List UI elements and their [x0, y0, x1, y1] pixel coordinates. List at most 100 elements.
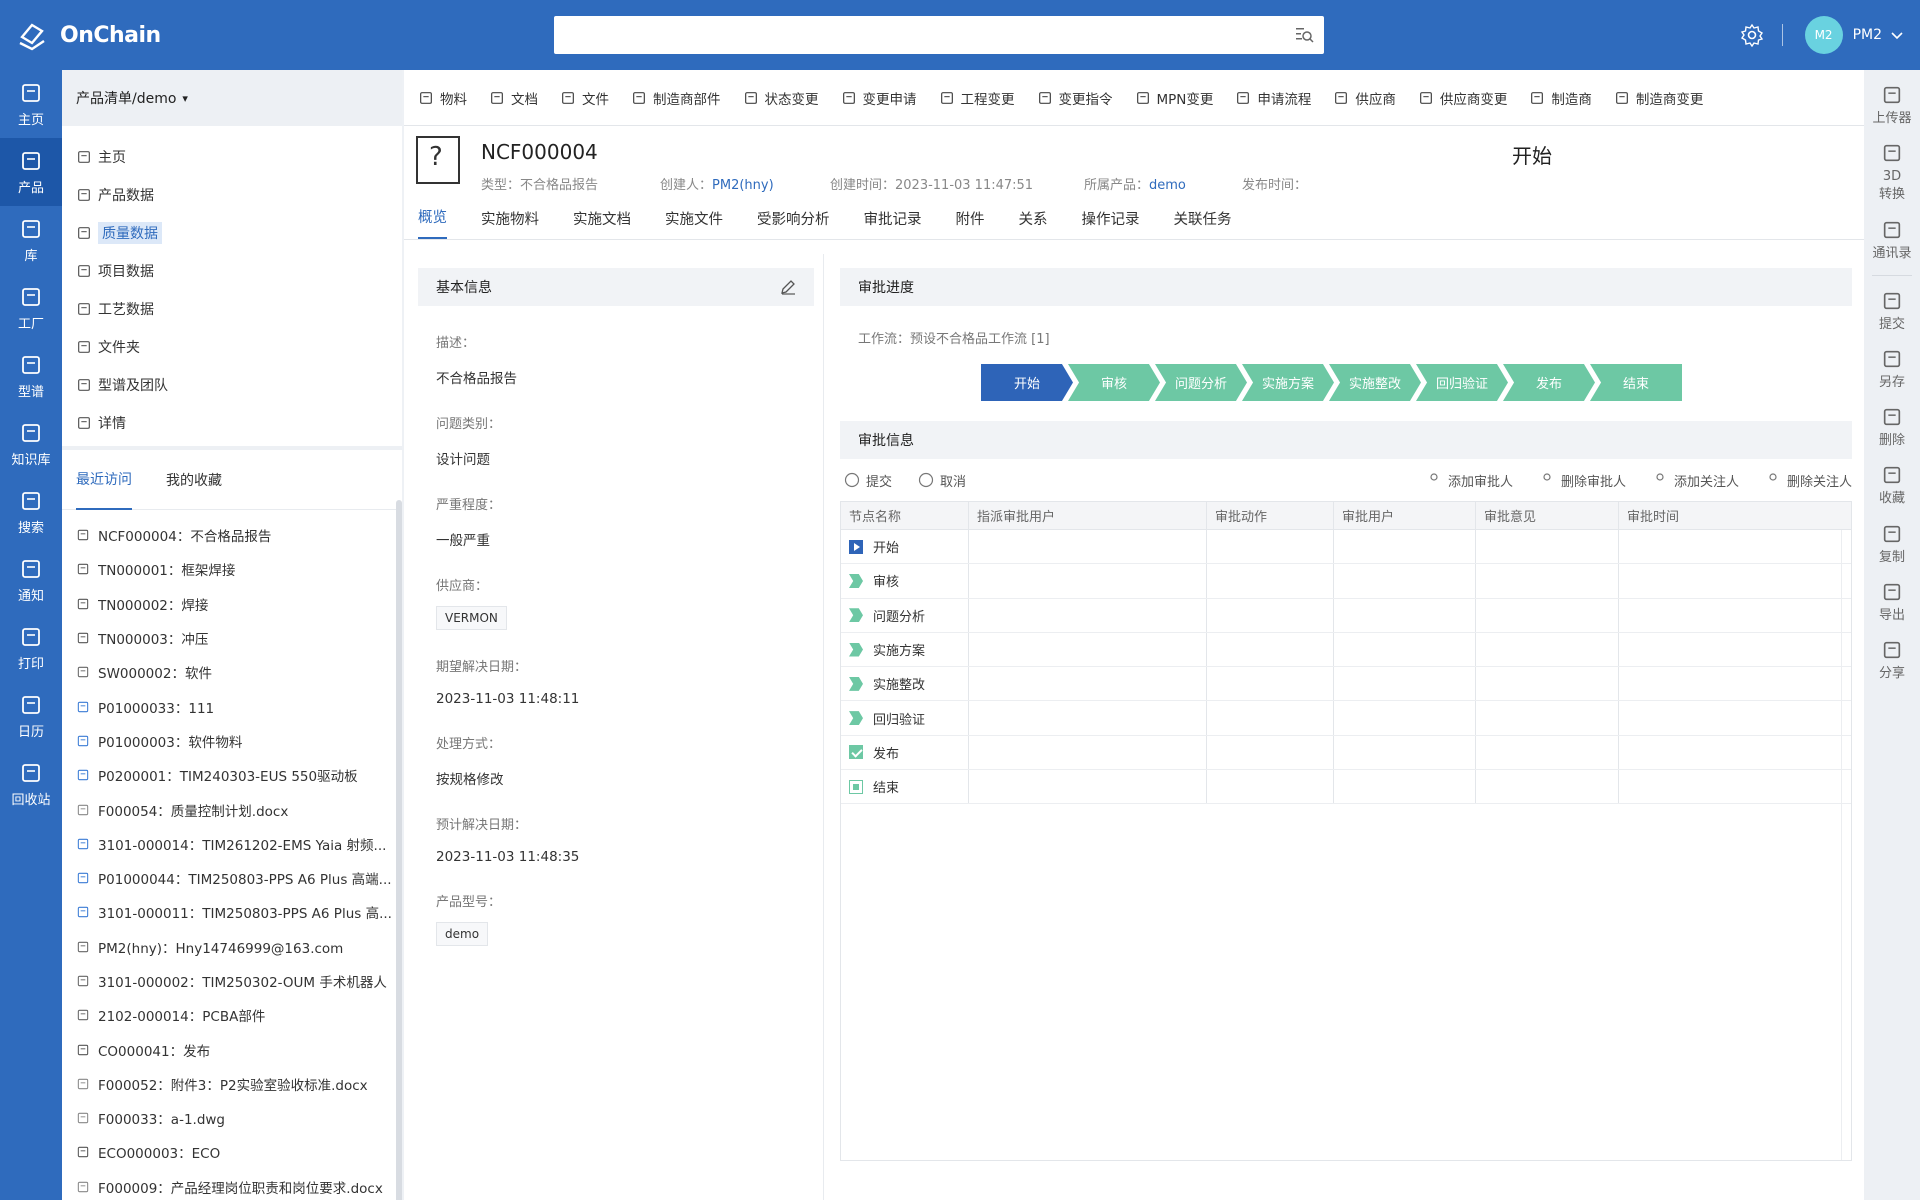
list-item[interactable]: F000054：质量控制计划.docx — [62, 792, 392, 826]
scrollbar[interactable] — [1841, 530, 1851, 1160]
action-button[interactable]: 删除关注人 — [1765, 471, 1852, 490]
list-item[interactable]: PM2(hny)：Hny14746999@163.com — [62, 930, 392, 964]
rail-chat-button[interactable]: 通讯录 — [1864, 219, 1920, 263]
list-item[interactable]: TN000001：框架焊接 — [62, 552, 392, 586]
nav-item-8[interactable]: 通知 — [0, 546, 62, 614]
workflow-step[interactable]: 发布 — [1503, 364, 1595, 401]
toolbar-button[interactable]: 制造商 — [1529, 88, 1592, 108]
tab-3[interactable]: 实施文档 — [573, 208, 631, 239]
toolbar-button[interactable]: 制造商变更 — [1614, 88, 1703, 108]
nav-item-10[interactable]: 日历 — [0, 682, 62, 750]
nav-item-4[interactable]: 工厂 — [0, 274, 62, 342]
toolbar-button[interactable]: 供应商变更 — [1418, 88, 1507, 108]
gear-icon[interactable] — [1740, 23, 1764, 47]
nav-item-3[interactable]: 库 — [0, 206, 62, 274]
tree-item[interactable]: 质量数据 — [62, 214, 402, 252]
avatar[interactable]: M2 — [1804, 16, 1843, 54]
table-row[interactable]: 实施方案 — [841, 632, 1851, 668]
list-item[interactable]: 2102-000014：PCBA部件 — [62, 998, 392, 1032]
chevron-down-icon[interactable] — [1890, 28, 1904, 42]
tab-6[interactable]: 审批记录 — [864, 208, 922, 239]
list-item[interactable]: P01000033：111 — [62, 689, 392, 723]
table-row[interactable]: 结束 — [841, 770, 1851, 805]
list-item[interactable]: F000033：a-1.dwg — [62, 1101, 392, 1135]
nav-item-5[interactable]: 型谱 — [0, 342, 62, 410]
rail-bookmark-button[interactable]: 收藏 — [1864, 464, 1920, 508]
table-row[interactable]: 发布 — [841, 735, 1851, 771]
toolbar-button[interactable]: 物料 — [418, 88, 467, 108]
table-row[interactable]: 实施整改 — [841, 667, 1851, 702]
tree-item[interactable]: 工艺数据 — [62, 290, 402, 328]
list-item[interactable]: P01000044：TIM250803-PPS A6 Plus 高端... — [62, 861, 392, 895]
list-item[interactable]: TN000003：冲压 — [62, 621, 392, 655]
record-product-link[interactable]: demo — [1149, 178, 1186, 193]
tree-item[interactable]: 项目数据 — [62, 252, 402, 290]
table-row[interactable]: 开始 — [841, 530, 1851, 565]
list-item[interactable]: 3101-000002：TIM250302-OUM 手术机器人 — [62, 964, 392, 998]
rail-trash-button[interactable]: 删除 — [1864, 406, 1920, 450]
tree-item[interactable]: 主页 — [62, 138, 402, 176]
rail-export-button[interactable]: 导出 — [1864, 581, 1920, 625]
workflow-step[interactable]: 开始 — [981, 364, 1073, 401]
toolbar-button[interactable]: 文档 — [489, 88, 538, 108]
toolbar-button[interactable]: 申请流程 — [1235, 88, 1311, 108]
list-item[interactable]: ECO000003：ECO — [62, 1135, 392, 1169]
workflow-step[interactable]: 审核 — [1068, 364, 1160, 401]
tab-9[interactable]: 操作记录 — [1082, 208, 1140, 239]
toolbar-button[interactable]: 变更申请 — [841, 88, 917, 108]
list-item[interactable]: CO000041：发布 — [62, 1032, 392, 1066]
list-item[interactable]: 3101-000014：TIM261202-EMS Yaia 射频... — [62, 827, 392, 861]
search-icon[interactable] — [1294, 25, 1314, 45]
toolbar-button[interactable]: 工程变更 — [939, 88, 1015, 108]
action-button[interactable]: 删除审批人 — [1539, 471, 1626, 490]
tree-header[interactable]: 产品清单/demo ▾ — [62, 70, 402, 126]
action-button[interactable]: 添加审批人 — [1426, 471, 1513, 490]
tab-8[interactable]: 关系 — [1019, 208, 1048, 239]
toolbar-button[interactable]: 文件 — [560, 88, 609, 108]
tab-favorites[interactable]: 我的收藏 — [166, 450, 222, 510]
action-button[interactable]: 提交 — [844, 471, 892, 490]
tab-10[interactable]: 关联任务 — [1174, 208, 1232, 239]
workflow-step[interactable]: 实施方案 — [1242, 364, 1334, 401]
rail-up-circle-button[interactable]: 提交 — [1864, 290, 1920, 334]
table-row[interactable]: 回归验证 — [841, 701, 1851, 736]
rail-save-button[interactable]: 另存 — [1864, 348, 1920, 392]
record-creator-link[interactable]: PM2(hny) — [712, 178, 774, 193]
toolbar-button[interactable]: 状态变更 — [743, 88, 819, 108]
user-name[interactable]: PM2 — [1853, 27, 1882, 43]
list-item[interactable]: P0200001：TIM240303-EUS 550驱动板 — [62, 758, 392, 792]
list-item[interactable]: TN000002：焊接 — [62, 587, 392, 621]
tab-1[interactable]: 概览 — [418, 206, 447, 239]
tree-item[interactable]: 型谱及团队 — [62, 366, 402, 404]
toolbar-button[interactable]: 制造商部件 — [631, 88, 721, 108]
rail-share-button[interactable]: 分享 — [1864, 639, 1920, 683]
tree-item[interactable]: 详情 — [62, 404, 402, 442]
nav-item-1[interactable]: 主页 — [0, 70, 62, 138]
nav-item-9[interactable]: 打印 — [0, 614, 62, 682]
toolbar-button[interactable]: 供应商 — [1333, 88, 1396, 108]
list-item[interactable]: F000009：产品经理岗位职责和岗位要求.docx — [62, 1170, 392, 1200]
tab-5[interactable]: 受影响分析 — [757, 208, 830, 239]
workflow-step[interactable]: 实施整改 — [1329, 364, 1421, 401]
list-item[interactable]: SW000002：软件 — [62, 655, 392, 689]
list-item[interactable]: P01000003：软件物料 — [62, 724, 392, 758]
tab-recent[interactable]: 最近访问 — [76, 450, 132, 510]
workflow-step[interactable]: 结束 — [1590, 364, 1682, 401]
tab-7[interactable]: 附件 — [956, 208, 985, 239]
toolbar-button[interactable]: 变更指令 — [1037, 88, 1113, 108]
list-item[interactable]: NCF000004：不合格品报告 — [62, 518, 392, 552]
tree-item[interactable]: 产品数据 — [62, 176, 402, 214]
tab-2[interactable]: 实施物料 — [481, 208, 539, 239]
workflow-step[interactable]: 回归验证 — [1416, 364, 1508, 401]
workflow-step[interactable]: 问题分析 — [1155, 364, 1247, 401]
search-input[interactable] — [554, 16, 1324, 54]
list-item[interactable]: 3101-000011：TIM250803-PPS A6 Plus 高... — [62, 895, 392, 929]
rail-upload-box-button[interactable]: 上传器 — [1864, 84, 1920, 128]
table-row[interactable]: 审核 — [841, 564, 1851, 599]
nav-item-11[interactable]: 回收站 — [0, 750, 62, 818]
rail-copy-button[interactable]: 复制 — [1864, 523, 1920, 567]
tab-4[interactable]: 实施文件 — [665, 208, 723, 239]
scrollbar[interactable] — [396, 500, 402, 1200]
table-row[interactable]: 问题分析 — [841, 598, 1851, 633]
action-button[interactable]: 添加关注人 — [1652, 471, 1739, 490]
